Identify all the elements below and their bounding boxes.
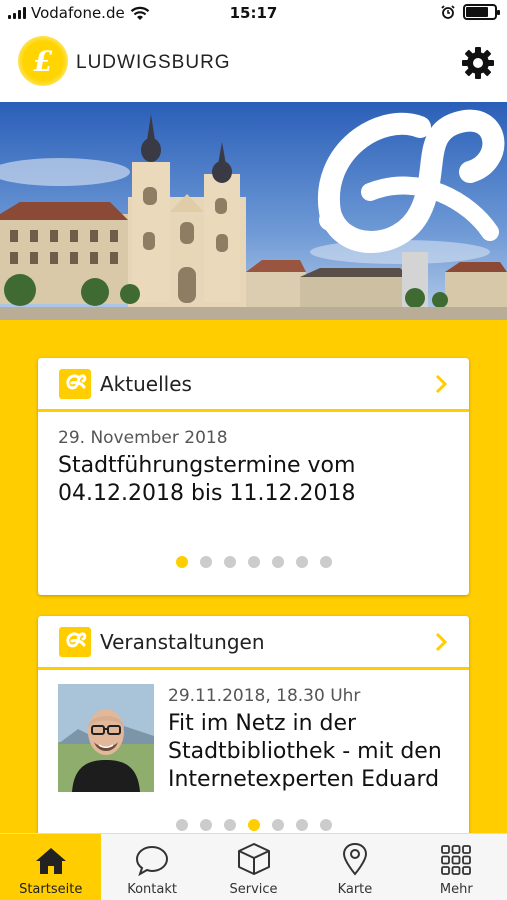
app-header: £ LUDWIGSBURG xyxy=(0,28,507,102)
map-pin-icon xyxy=(342,842,367,876)
news-headline[interactable]: Stadtführungstermine vom 04.12.2018 bis … xyxy=(58,452,453,508)
city-logo-icon xyxy=(59,627,91,657)
chevron-right-icon[interactable] xyxy=(433,372,449,396)
tab-service[interactable]: Service xyxy=(203,834,304,900)
pager-dot-active[interactable] xyxy=(175,556,188,568)
news-pager[interactable] xyxy=(38,556,469,568)
tab-mehr[interactable]: Mehr xyxy=(406,834,507,900)
city-logo-icon xyxy=(59,369,91,399)
news-section-title: Aktuelles xyxy=(100,372,192,396)
events-section-title: Veranstaltungen xyxy=(100,630,265,654)
tab-startseite[interactable]: Startseite xyxy=(0,834,102,900)
news-card-header[interactable]: Aktuelles xyxy=(38,358,469,412)
pager-dot[interactable] xyxy=(295,819,308,831)
alarm-icon xyxy=(441,5,455,19)
pager-dot-active[interactable] xyxy=(247,819,260,831)
pager-dot[interactable] xyxy=(319,556,332,568)
status-bar: Vodafone.de 15:17 xyxy=(0,0,507,28)
hero-image xyxy=(0,102,507,320)
pager-dot[interactable] xyxy=(271,819,284,831)
pager-dot[interactable] xyxy=(319,819,332,831)
home-icon xyxy=(35,848,66,874)
tab-label: Kontakt xyxy=(127,882,177,897)
logo-glyph: £ xyxy=(33,44,53,78)
status-time: 15:17 xyxy=(229,4,278,22)
event-photo[interactable] xyxy=(58,684,154,792)
news-date: 29. November 2018 xyxy=(58,428,228,448)
pager-dot[interactable] xyxy=(295,556,308,568)
tab-label: Karte xyxy=(337,882,373,897)
status-right xyxy=(441,4,500,20)
event-headline[interactable]: Fit im Netz in der Stadtbibliothek - mit… xyxy=(168,710,458,794)
news-card[interactable]: Aktuelles 29. November 2018 Stadtführung… xyxy=(38,358,469,595)
battery-icon xyxy=(463,4,500,20)
pager-dot[interactable] xyxy=(247,556,260,568)
tab-label: Mehr xyxy=(439,882,473,897)
chat-bubble-icon xyxy=(136,845,169,876)
events-pager[interactable] xyxy=(38,819,469,831)
tab-label: Service xyxy=(229,882,278,897)
gear-icon[interactable] xyxy=(461,46,495,80)
battery-level xyxy=(466,7,489,17)
tab-bar: Startseite Kontakt Service Karte Mehr xyxy=(0,833,507,900)
tab-karte[interactable]: Karte xyxy=(304,834,405,900)
event-date: 29.11.2018, 18.30 Uhr xyxy=(168,686,361,706)
pager-dot[interactable] xyxy=(271,556,284,568)
pager-dot[interactable] xyxy=(199,819,212,831)
app-title: LUDWIGSBURG xyxy=(76,52,231,73)
pager-dot[interactable] xyxy=(223,556,236,568)
tab-kontakt[interactable]: Kontakt xyxy=(101,834,202,900)
chevron-right-icon[interactable] xyxy=(433,630,449,654)
city-logo: £ xyxy=(18,36,68,86)
pager-dot[interactable] xyxy=(199,556,212,568)
pager-dot[interactable] xyxy=(175,819,188,831)
box-icon xyxy=(237,843,270,875)
events-card[interactable]: Veranstaltungen 29.11.2018, 18.30 Uhr Fi… xyxy=(38,616,469,856)
grid-icon xyxy=(441,845,472,875)
tab-label: Startseite xyxy=(19,882,83,897)
events-card-header[interactable]: Veranstaltungen xyxy=(38,616,469,670)
pager-dot[interactable] xyxy=(223,819,236,831)
